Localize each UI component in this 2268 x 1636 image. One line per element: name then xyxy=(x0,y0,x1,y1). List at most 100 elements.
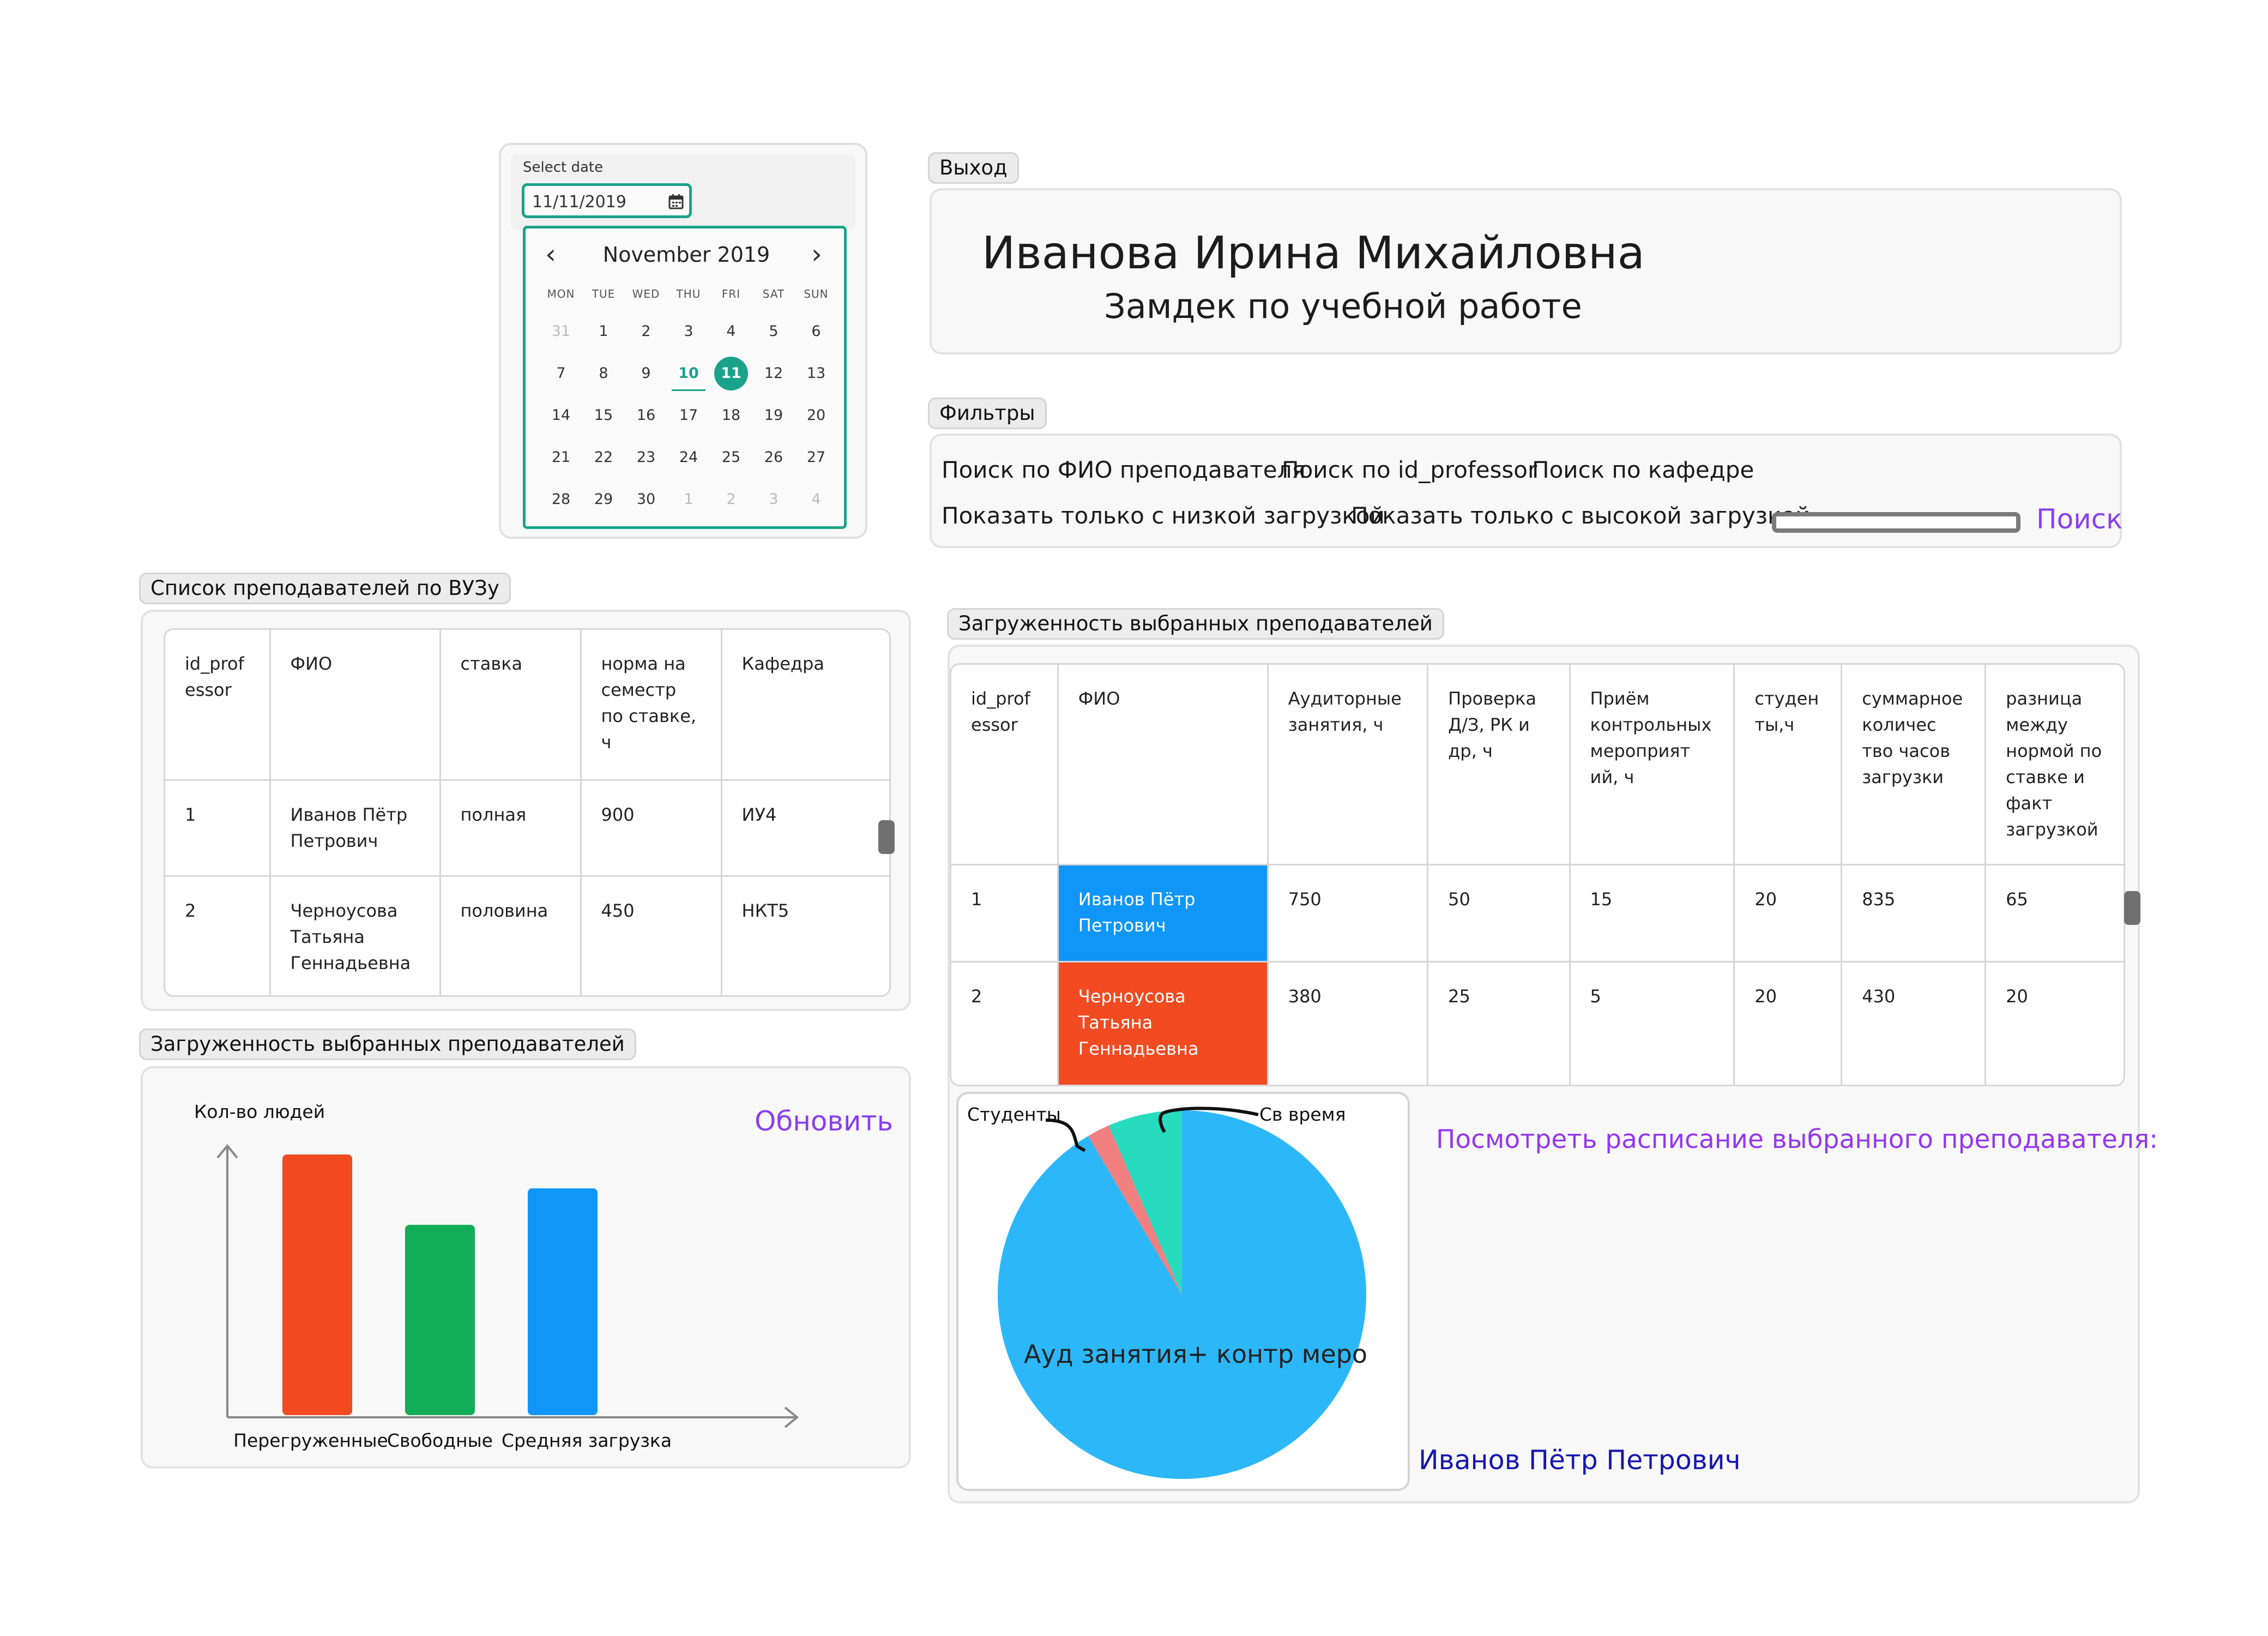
calendar-day[interactable]: 1 xyxy=(667,478,710,520)
calendar-day[interactable]: 31 xyxy=(540,310,582,352)
scrollbar-thumb[interactable] xyxy=(2124,891,2140,925)
calendar-day[interactable]: 17 xyxy=(667,394,710,436)
weekday-label: FRI xyxy=(721,287,741,300)
selected-day[interactable]: 11 xyxy=(714,356,748,390)
weekday-label: TUE xyxy=(592,287,616,300)
calendar-day[interactable]: 18 xyxy=(710,394,752,436)
calendar-day[interactable]: 23 xyxy=(625,436,667,478)
table-cell: полная xyxy=(439,779,582,877)
calendar-day[interactable]: 26 xyxy=(752,436,795,478)
table-cell: 2 xyxy=(951,960,1059,1085)
date-input[interactable]: 11/11/2019 xyxy=(522,183,692,218)
calendar-day[interactable]: 28 xyxy=(540,478,582,520)
search-button[interactable]: Поиск xyxy=(2036,503,2122,535)
weekday-label: SUN xyxy=(804,287,829,300)
calendar-day[interactable]: 12 xyxy=(752,352,795,394)
column-header: ставка xyxy=(439,630,582,781)
calendar-icon[interactable] xyxy=(668,194,684,210)
scrollbar-thumb[interactable] xyxy=(878,820,895,854)
calendar-day[interactable]: 19 xyxy=(752,394,795,436)
calendar-day[interactable]: 25 xyxy=(710,436,752,478)
calendar-day[interactable]: 29 xyxy=(582,478,625,520)
search-by-id[interactable]: Поиск по id_professor xyxy=(1282,456,1537,483)
filter-high-load[interactable]: Показать только с высокой загрузкой xyxy=(1351,502,1810,529)
calendar-day[interactable]: 4 xyxy=(710,310,752,352)
calendar-day[interactable]: 16 xyxy=(625,394,667,436)
search-by-department[interactable]: Поиск по кафедре xyxy=(1532,456,1754,483)
column-header: норма на семестр по ставке, ч xyxy=(580,630,722,781)
column-header: Кафедра xyxy=(720,630,889,781)
calendar-day[interactable]: 24 xyxy=(667,436,710,478)
teacher-cell-highlight[interactable]: Иванов Пётр Петрович xyxy=(1057,863,1269,963)
table-cell: 900 xyxy=(580,779,722,877)
table-row[interactable]: 2 Черноусова Татьяна Геннадьевна половин… xyxy=(165,875,889,995)
column-header: Проверка Д/З, РК и др, ч xyxy=(1427,665,1571,865)
bar-1 xyxy=(282,1154,352,1415)
search-input[interactable] xyxy=(1772,512,2020,533)
load-chart-title: Загруженность выбранных преподавателей xyxy=(139,1028,636,1060)
teacher-cell-highlight[interactable]: Черноусова Татьяна Геннадьевна xyxy=(1057,960,1269,1085)
load-table-card: id_prof essor ФИО Аудиторные занятия, ч … xyxy=(948,645,2158,1503)
calendar-day[interactable]: 1 xyxy=(582,310,625,352)
table-row[interactable]: 1 Иванов Пётр Петрович 750 50 15 20 835 … xyxy=(951,863,2124,963)
calendar-day[interactable]: 10 xyxy=(667,352,710,394)
weekday-label: SAT xyxy=(762,287,785,300)
calendar-day[interactable]: 15 xyxy=(582,394,625,436)
calendar-day[interactable]: 22 xyxy=(582,436,625,478)
user-role: Замдек по учебной работе xyxy=(1104,286,1582,326)
calendar-day[interactable]: 7 xyxy=(540,352,582,394)
date-picker-card: Select date 11/11/2019 ‹ November 2019 ›… xyxy=(499,143,867,539)
table-cell: 750 xyxy=(1266,863,1429,963)
x-tick-label: Средняя загрузка xyxy=(502,1430,672,1451)
table-row[interactable]: 1 Иванов Пётр Петрович полная 900 ИУ4 xyxy=(165,779,889,877)
table-cell: 5 xyxy=(1569,960,1735,1085)
chevron-left-icon[interactable]: ‹ xyxy=(545,240,556,268)
table-cell: 835 xyxy=(1841,863,1987,963)
search-by-fio[interactable]: Поиск по ФИО преподавателя xyxy=(942,456,1306,483)
calendar-day[interactable]: 21 xyxy=(540,436,582,478)
filters-title: Фильтры xyxy=(928,398,1047,429)
table-row[interactable]: 2 Черноусова Татьяна Геннадьевна 380 25 … xyxy=(951,960,2124,1085)
calendar-day[interactable]: 4 xyxy=(795,478,837,520)
load-chart-card: Кол-во людей Обновить Перегруженные Свобо… xyxy=(141,1066,911,1469)
chevron-right-icon[interactable]: › xyxy=(811,240,822,268)
view-schedule-link[interactable]: Посмотреть расписание выбранного препода… xyxy=(1436,1124,2158,1154)
table-cell: 50 xyxy=(1427,863,1571,963)
calendar-day[interactable]: 8 xyxy=(582,352,625,394)
calendar-day[interactable]: 30 xyxy=(625,478,667,520)
filter-low-load[interactable]: Показать только с низкой загрузкой xyxy=(942,502,1385,529)
column-header: ФИО xyxy=(269,630,441,781)
calendar-day[interactable]: 14 xyxy=(540,394,582,436)
pie-label-main: Ауд занятия+ контр меро xyxy=(1024,1339,1368,1369)
table-cell: 1 xyxy=(951,863,1059,963)
calendar-day[interactable]: 11 xyxy=(710,352,752,394)
weekday-label: THU xyxy=(676,287,701,300)
x-tick-label: Свободные xyxy=(387,1430,493,1451)
calendar-day[interactable]: 2 xyxy=(710,478,752,520)
table-cell: 15 xyxy=(1569,863,1735,963)
calendar-day[interactable]: 27 xyxy=(795,436,837,478)
load-table-title: Загруженность выбранных преподавателей xyxy=(947,608,1444,640)
calendar-day[interactable]: 5 xyxy=(752,310,795,352)
calendar-day[interactable]: 3 xyxy=(667,310,710,352)
calendar-day[interactable]: 9 xyxy=(625,352,667,394)
pie-label-students: Студенты xyxy=(967,1104,1061,1125)
pie-chart xyxy=(998,1106,1366,1479)
calendar-day[interactable]: 20 xyxy=(795,394,837,436)
teachers-table: id_prof essor ФИО ставка норма на семест… xyxy=(164,628,891,997)
column-header: студен ты,ч xyxy=(1733,665,1843,865)
calendar-day[interactable]: 2 xyxy=(625,310,667,352)
table-cell: 20 xyxy=(1733,960,1843,1085)
bar-3 xyxy=(528,1188,598,1415)
date-input-value: 11/11/2019 xyxy=(532,193,626,212)
exit-button[interactable]: Выход xyxy=(928,152,1019,184)
table-cell: 1 xyxy=(165,779,271,877)
calendar-day[interactable]: 3 xyxy=(752,478,795,520)
pie-label-free-time: Св время xyxy=(1259,1104,1346,1125)
calendar-day[interactable]: 13 xyxy=(795,352,837,394)
profile-card: Иванова Ирина Михайловна Замдек по учебн… xyxy=(930,188,2122,354)
table-cell: 430 xyxy=(1841,960,1987,1085)
table-cell: 20 xyxy=(1984,960,2124,1085)
calendar-day[interactable]: 6 xyxy=(795,310,837,352)
weekday-label: WED xyxy=(632,287,660,300)
